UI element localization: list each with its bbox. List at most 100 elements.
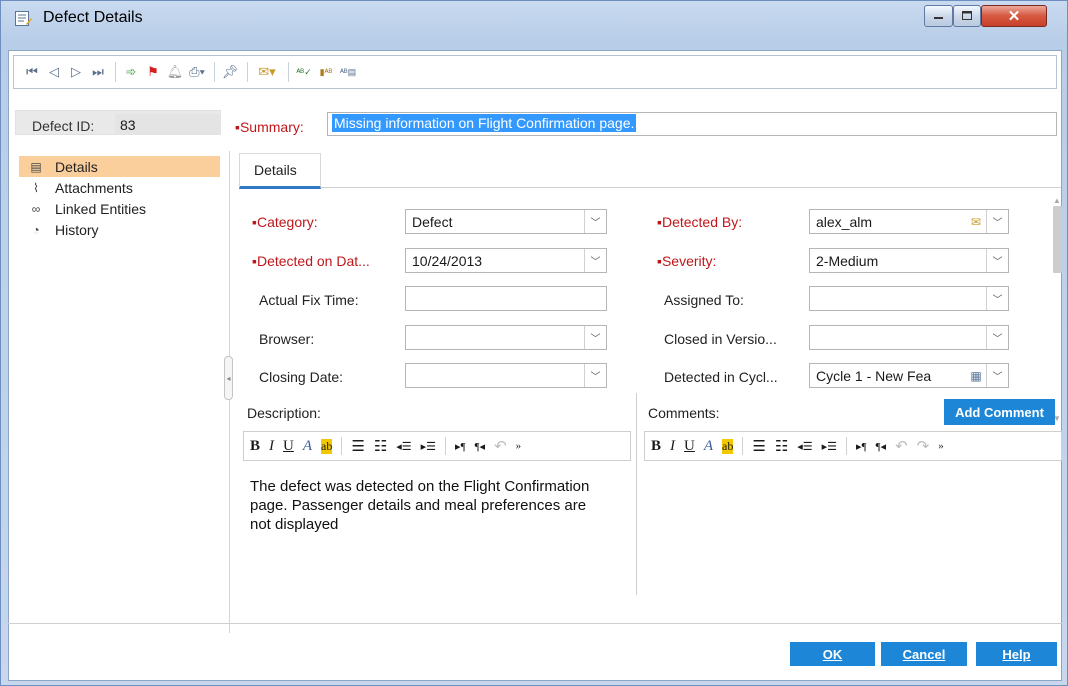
spelling-options-icon[interactable]: ᴬᴮ▤ [338,62,358,82]
ok-button[interactable]: OK [790,642,875,666]
italic-icon[interactable]: I [269,438,274,455]
scroll-up-icon[interactable]: ▲ [1053,196,1061,205]
go-to-icon[interactable]: ➾ [121,62,141,82]
toolbar-separator [214,62,215,82]
rtl-icon[interactable]: ¶◂ [876,440,887,453]
calendar-icon[interactable]: ▦ [966,369,986,383]
more-options-icon[interactable]: » [938,440,944,452]
collapse-sidebar-handle[interactable]: ◂ [224,356,233,400]
assigned-to-label: Assigned To: [664,292,744,308]
maximize-button[interactable] [953,5,981,27]
bold-icon[interactable]: B [250,438,260,455]
indent-icon[interactable]: ▸☰ [421,440,436,453]
category-select[interactable]: Defect ﹀ [405,209,607,234]
closed-in-version-select[interactable]: ﹀ [809,325,1009,350]
rtl-icon[interactable]: ¶◂ [475,440,486,453]
next-record-icon[interactable]: ▷ [66,62,86,82]
add-comment-button[interactable]: Add Comment [944,399,1055,425]
toolbar-separator [288,62,289,82]
browser-select[interactable]: ﹀ [405,325,607,350]
scroll-thumb[interactable] [1053,206,1062,273]
italic-icon[interactable]: I [670,438,675,455]
numbered-list-icon[interactable]: ☷ [374,437,387,456]
bold-icon[interactable]: B [651,438,661,455]
actual-fix-time-input[interactable] [405,286,607,311]
spell-check-icon[interactable]: ᴬᴮ✓ [294,62,314,82]
flag-icon[interactable]: ⚑ [143,62,163,82]
detected-on-date-picker[interactable]: 10/24/2013 ﹀ [405,248,607,273]
previous-record-icon[interactable]: ◁ [44,62,64,82]
last-record-icon[interactable]: ⏭ [88,62,108,82]
indent-icon[interactable]: ▸☰ [822,440,837,453]
first-record-icon[interactable]: ⏮ [22,62,42,82]
sidebar-item-label: Details [55,158,98,175]
defect-details-icon [15,11,32,26]
sidebar-item-history[interactable]: ◔ History [19,219,220,240]
underline-icon[interactable]: U [684,438,695,455]
chevron-down-icon: ﹀ [986,287,1008,310]
ltr-icon[interactable]: ▸¶ [856,440,867,453]
closing-date-picker[interactable]: ﹀ [405,363,607,388]
ltr-icon[interactable]: ▸¶ [455,440,466,453]
outdent-icon[interactable]: ◂☰ [396,440,411,453]
thesaurus-icon[interactable]: ▮ᴬᴮ [316,62,336,82]
description-text[interactable]: The defect was detected on the Flight Co… [250,477,610,534]
comments-format-toolbar: B I U A ab ☰ ☷ ◂☰ ▸☰ ▸¶ ¶◂ ↶ ↷ » [644,431,1062,461]
minimize-button[interactable] [924,5,953,27]
bullet-list-icon[interactable]: ☰ [351,437,364,456]
sidebar-item-linked-entities[interactable]: ∞ Linked Entities [19,198,220,219]
comments-title: Comments: [648,405,720,421]
footer-divider [8,623,1062,624]
minimize-icon [933,17,943,19]
tab-strip-line [321,187,1061,188]
detected-in-cycle-select[interactable]: Cycle 1 - New Fea ▦ ﹀ [809,363,1009,388]
font-color-icon[interactable]: A [704,438,713,455]
summary-input[interactable]: Missing information on Flight Confirmati… [327,112,1057,136]
close-icon: ✕ [1007,8,1021,25]
chevron-down-icon: ﹀ [986,326,1008,349]
toolbar: ⏮ ◁ ▷ ⏭ ➾ ⚑ 🔔︎ ⎙▾ 📌︎ ✉▾ ᴬᴮ✓ ▮ᴬᴮ ᴬᴮ▤ [13,55,1057,89]
numbered-list-icon[interactable]: ☷ [775,437,788,456]
detected-on-date-value: 10/24/2013 [412,252,483,269]
highlight-icon[interactable]: ab [321,438,333,454]
tab-details[interactable]: Details [239,153,321,189]
outdent-icon[interactable]: ◂☰ [797,440,812,453]
paperclip-icon: ⌇ [33,180,39,195]
redo-icon[interactable]: ↷ [917,437,930,456]
defect-details-window: Defect Details ✕ ⏮ ◁ ▷ ⏭ ➾ ⚑ 🔔︎ ⎙▾ 📌︎ ✉▾… [0,0,1068,686]
alert-bell-icon[interactable]: 🔔︎ [165,62,185,82]
undo-icon[interactable]: ↶ [895,437,908,456]
severity-label: ▪Severity: [657,253,716,269]
toolbar-separator [341,437,343,455]
email-user-icon[interactable]: ✉ [966,215,986,229]
comments-text-area[interactable] [644,467,1056,587]
close-button[interactable]: ✕ [981,5,1047,27]
detected-by-label-text: Detected By: [661,214,743,230]
detected-by-select[interactable]: alex_alm ✉ ﹀ [809,209,1009,234]
toolbar-separator [846,437,848,455]
cancel-button[interactable]: Cancel [881,642,967,666]
underline-icon[interactable]: U [283,438,294,455]
bullet-list-icon[interactable]: ☰ [752,437,765,456]
chevron-down-icon: ﹀ [986,210,1008,233]
undo-icon[interactable]: ↶ [494,437,507,456]
actual-fix-time-label: Actual Fix Time: [259,292,359,308]
print-icon[interactable]: ⎙▾ [187,62,207,82]
category-value: Defect [412,213,453,230]
severity-select[interactable]: 2-Medium ﹀ [809,248,1009,273]
font-color-icon[interactable]: A [303,438,312,455]
highlight-icon[interactable]: ab [722,438,734,454]
pin-icon[interactable]: 📌︎ [220,62,240,82]
sidebar-item-details[interactable]: ▤ Details [19,156,220,177]
more-options-icon[interactable]: » [516,440,522,452]
sidebar-item-attachments[interactable]: ⌇ Attachments [19,177,220,198]
detected-on-date-label: ▪Detected on Dat... [252,253,370,269]
help-button[interactable]: Help [976,642,1057,666]
defect-id-value: 83 [115,114,221,135]
sidebar-item-label: Attachments [55,179,133,196]
window-title: Defect Details [43,9,143,26]
closing-date-label: Closing Date: [259,369,344,385]
email-icon[interactable]: ✉▾ [253,62,281,82]
assigned-to-select[interactable]: ﹀ [809,286,1009,311]
collapse-arrow-icon: ◂ [226,373,231,383]
